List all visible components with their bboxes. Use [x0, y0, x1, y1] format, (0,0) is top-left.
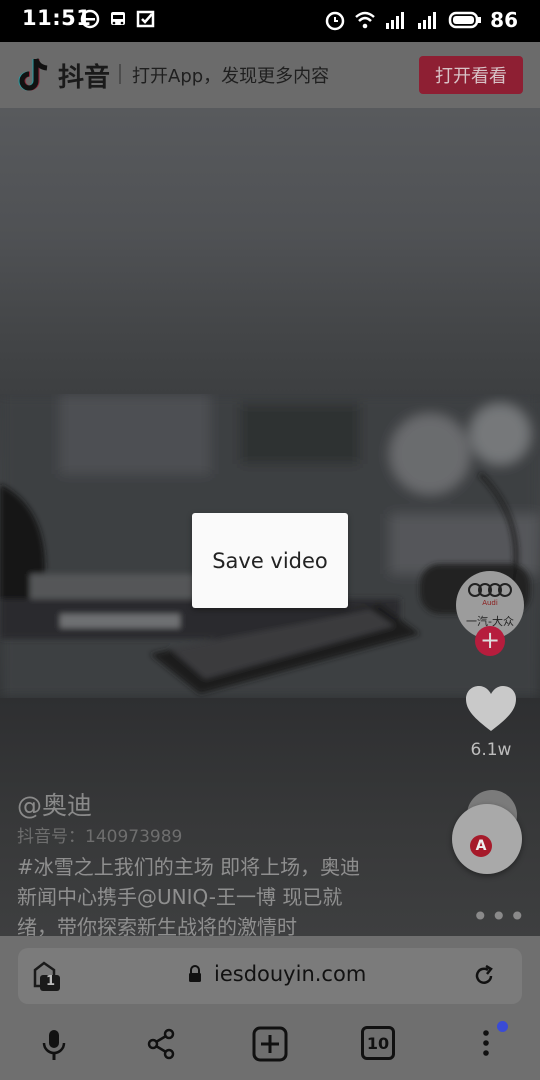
tabs-switcher-icon[interactable]: 1 [32, 960, 62, 996]
new-tab-icon[interactable] [252, 1026, 288, 1062]
alarm-icon [325, 11, 345, 31]
wifi-icon [355, 11, 375, 29]
menu-icon[interactable] [480, 1026, 492, 1064]
bottom-nav: 10 [0, 1008, 540, 1080]
audi-rings-icon [468, 582, 512, 597]
caption-username[interactable]: @奥迪 [17, 786, 92, 822]
signal-icon-4g [386, 12, 405, 29]
like-count: 6.1w [470, 740, 512, 760]
caption-text: #冰雪之上我们的主场 即将上场，奥迪新闻中心携手@UNIQ-王一博 现已就绪，带… [17, 855, 361, 939]
checkbox-icon [136, 10, 155, 28]
douyin-logo[interactable]: 抖音 [16, 56, 110, 94]
more-options-icon[interactable]: ••• [472, 900, 528, 933]
video-blurred-top [0, 108, 540, 394]
reload-icon[interactable] [472, 964, 496, 988]
messenger-icon [80, 9, 100, 29]
share-icon[interactable] [146, 1028, 176, 1060]
tabs-badge-count: 1 [46, 974, 56, 989]
open-app-button[interactable]: 打开看看 [419, 56, 523, 94]
signal-icon-3g [418, 12, 437, 29]
status-system-icons: 86 [324, 8, 518, 32]
bus-icon [111, 12, 125, 25]
header-tagline: 打开App，发现更多内容 [132, 66, 330, 87]
caption-douyin-id: 抖音号：140973989 [17, 827, 183, 847]
save-video-button[interactable]: Save video [192, 513, 348, 608]
status-notification-icons [80, 9, 156, 29]
url-text[interactable]: iesdouyin.com [214, 962, 366, 986]
lock-icon [189, 965, 201, 982]
follow-plus-button[interactable]: + [475, 626, 505, 656]
microphone-icon[interactable] [41, 1028, 67, 1062]
notification-dot [497, 1021, 508, 1032]
floating-badge: A [470, 835, 492, 857]
tiktok-logo-icon [18, 58, 48, 91]
header-divider [119, 64, 121, 84]
heart-icon[interactable] [464, 684, 518, 734]
tab-count-button[interactable]: 10 [361, 1026, 395, 1060]
battery-icon [448, 11, 482, 29]
logo-text: 抖音 [58, 62, 111, 93]
audi-brand-text: Audi [482, 598, 498, 607]
battery-level: 86 [490, 8, 518, 32]
